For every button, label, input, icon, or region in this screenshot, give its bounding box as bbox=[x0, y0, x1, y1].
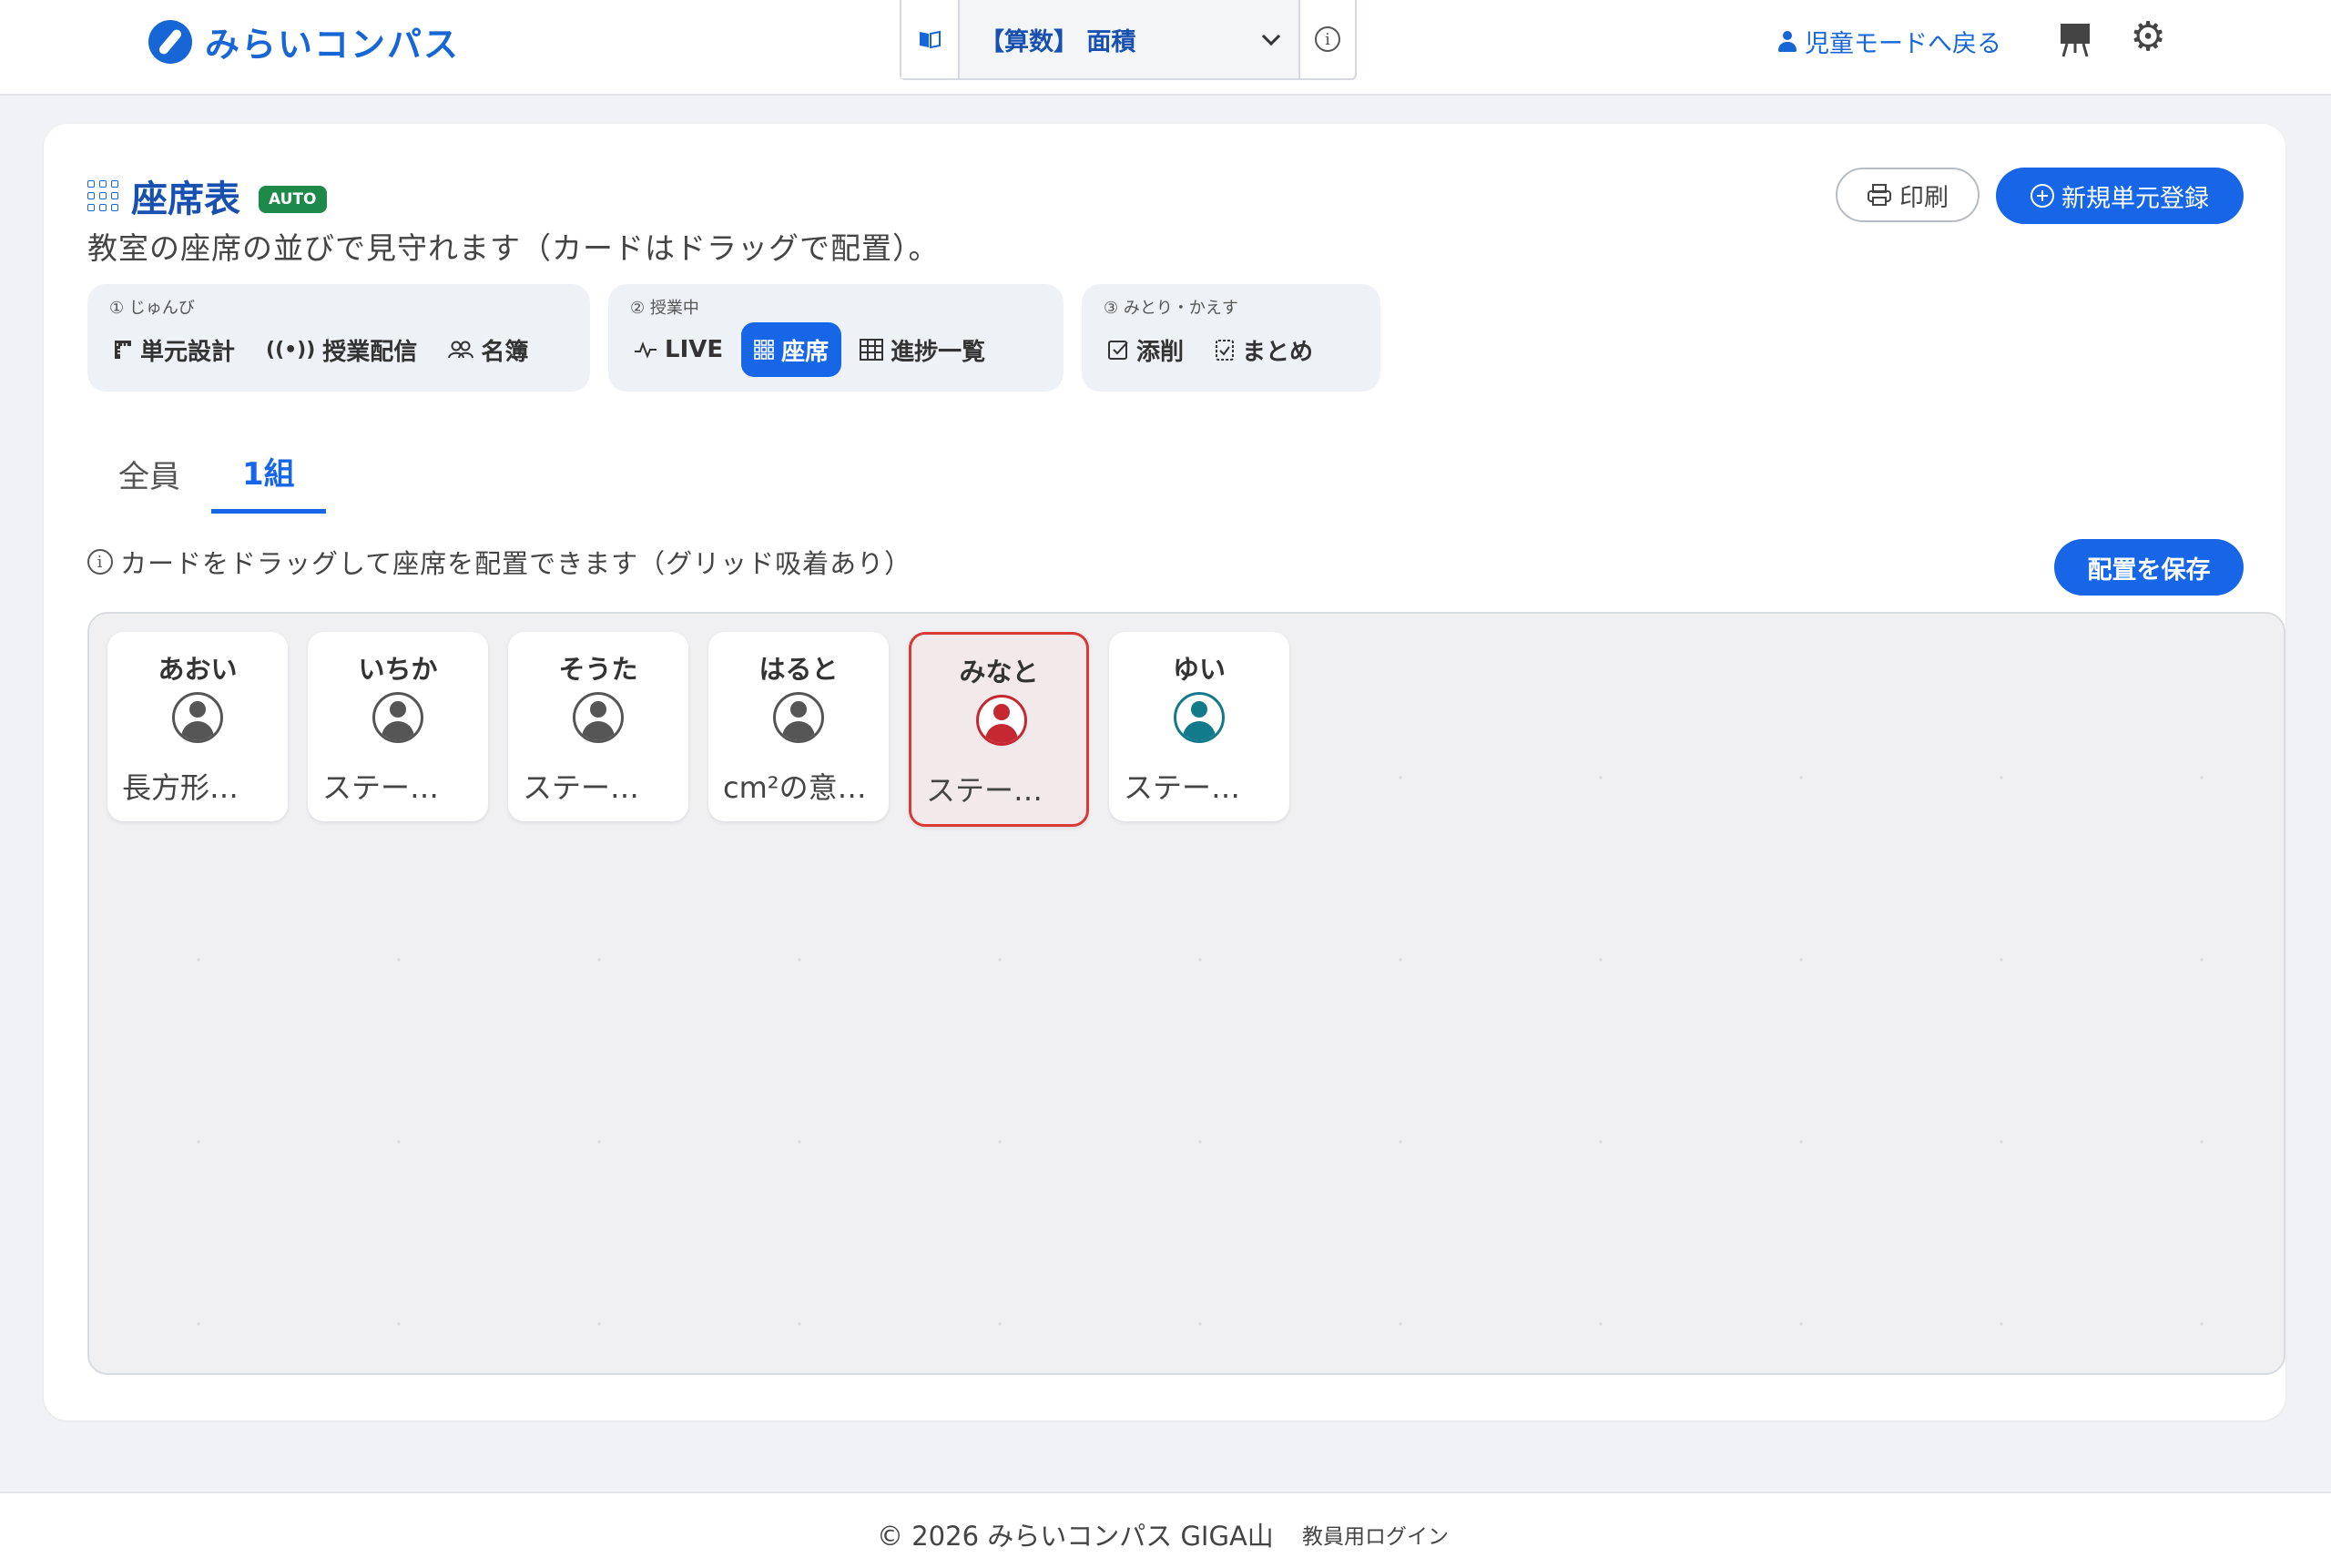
avatar bbox=[573, 692, 624, 743]
teacher-login-link[interactable]: 教員用ログイン bbox=[1302, 1519, 1449, 1550]
new-unit-label: 新規単元登録 bbox=[2061, 184, 2209, 213]
step-summary[interactable]: まとめ bbox=[1202, 322, 1326, 377]
student-name: ゆい bbox=[1172, 654, 1226, 685]
save-layout-button[interactable]: 配置を保存 bbox=[2054, 539, 2244, 596]
table-icon bbox=[860, 339, 884, 361]
avatar bbox=[1174, 692, 1225, 743]
student-status: ステー… bbox=[322, 770, 440, 805]
student-name: みなと bbox=[959, 657, 1039, 687]
main-card: 座席表 AUTO 教室の座席の並びで見守れます（カードはドラッグで配置）。 印刷… bbox=[44, 124, 2285, 1420]
student-name: はると bbox=[758, 654, 839, 685]
compass-icon bbox=[148, 19, 192, 64]
book-icon bbox=[901, 0, 960, 78]
step-group-during-class: ② 授業中 LIVE 座席 進捗一覧 bbox=[608, 284, 1064, 392]
person-icon bbox=[1777, 30, 1797, 53]
seat-card[interactable]: あおい 長方形… bbox=[107, 632, 288, 821]
back-to-student-mode-link[interactable]: 児童モードへ戻る bbox=[1777, 24, 2001, 59]
brand-name: みらいコンパス bbox=[205, 25, 461, 65]
avatar bbox=[976, 695, 1027, 746]
student-status: ステー… bbox=[523, 770, 640, 805]
top-bar: みらいコンパス 【算数】 面積 i 児童モードへ戻る ⚙ bbox=[0, 0, 2331, 96]
step-roster-label: 名簿 bbox=[481, 338, 529, 366]
info-icon: i bbox=[1315, 26, 1340, 52]
ruler-icon bbox=[115, 341, 131, 359]
step-correction-label: 添削 bbox=[1136, 338, 1185, 366]
step-live[interactable]: LIVE bbox=[621, 322, 736, 377]
avatar bbox=[172, 692, 223, 743]
unit-selector[interactable]: 【算数】 面積 i bbox=[900, 0, 1357, 80]
print-label: 印刷 bbox=[1899, 183, 1949, 212]
page-title: 座席表 AUTO bbox=[87, 169, 327, 222]
step-unit-design-label: 単元設計 bbox=[140, 338, 236, 366]
seat-card[interactable]: ゆい ステー… bbox=[1109, 632, 1289, 821]
step-broadcast-label: 授業配信 bbox=[322, 338, 418, 366]
step-unit-design[interactable]: 単元設計 bbox=[100, 322, 248, 377]
step-caption: ③ みとり・かえす bbox=[1104, 299, 1238, 318]
plus-circle-icon bbox=[2031, 184, 2054, 208]
unit-selector-label: 【算数】 面積 bbox=[980, 27, 1136, 56]
seating-grid[interactable]: あおい 長方形… いちか ステー… そうた ステー… はると cm²の意… みな… bbox=[87, 612, 2285, 1375]
step-group-review: ③ みとり・かえす 添削 まとめ bbox=[1082, 284, 1380, 392]
class-tabs: 全員 1組 bbox=[87, 433, 326, 514]
printer-icon bbox=[1868, 184, 1891, 206]
people-icon bbox=[448, 341, 474, 359]
footer-copyright: © 2026 みらいコンパス GIGA山 bbox=[877, 1521, 1274, 1552]
brand-logo[interactable]: みらいコンパス bbox=[148, 16, 460, 66]
activity-icon bbox=[635, 341, 657, 359]
avatar bbox=[773, 692, 824, 743]
step-progress-list-label: 進捗一覧 bbox=[891, 338, 986, 366]
clipboard-check-icon bbox=[1216, 340, 1235, 361]
broadcast-icon: ((•)) bbox=[266, 338, 316, 361]
drag-hint: i カードをドラッグして座席を配置できます（グリッド吸着あり） bbox=[87, 543, 911, 581]
chevron-down-icon bbox=[1244, 25, 1298, 53]
step-summary-label: まとめ bbox=[1242, 338, 1314, 366]
unit-info-button[interactable]: i bbox=[1298, 0, 1355, 78]
student-name: いちか bbox=[358, 654, 438, 685]
print-button[interactable]: 印刷 bbox=[1836, 168, 1980, 222]
new-unit-button[interactable]: 新規単元登録 bbox=[1996, 168, 2244, 224]
step-group-prepare: ① じゅんび 単元設計 ((•)) 授業配信 名簿 bbox=[87, 284, 590, 392]
footer: © 2026 みらいコンパス GIGA山 教員用ログイン bbox=[0, 1492, 2331, 1568]
student-status: ステー… bbox=[926, 773, 1043, 808]
student-name: あおい bbox=[158, 654, 238, 685]
drag-hint-text: カードをドラッグして座席を配置できます（グリッド吸着あり） bbox=[120, 548, 912, 579]
step-broadcast[interactable]: ((•)) 授業配信 bbox=[253, 322, 430, 377]
page-subtitle: 教室の座席の並びで見守れます（カードはドラッグで配置）。 bbox=[87, 230, 940, 266]
step-caption: ① じゅんび bbox=[109, 299, 195, 318]
seat-card[interactable]: いちか ステー… bbox=[308, 632, 488, 821]
student-status: 長方形… bbox=[122, 770, 239, 805]
grid-icon bbox=[754, 340, 774, 360]
step-correction[interactable]: 添削 bbox=[1094, 322, 1196, 377]
seat-card[interactable]: そうた ステー… bbox=[508, 632, 688, 821]
step-roster[interactable]: 名簿 bbox=[435, 322, 541, 377]
step-live-label: LIVE bbox=[665, 336, 724, 363]
student-status: cm²の意… bbox=[723, 770, 867, 805]
student-name: そうた bbox=[558, 654, 638, 685]
tab-class-1[interactable]: 1組 bbox=[211, 433, 326, 514]
step-progress-list[interactable]: 進捗一覧 bbox=[847, 322, 998, 377]
checkbox-icon bbox=[1108, 341, 1128, 360]
step-caption: ② 授業中 bbox=[630, 299, 699, 318]
info-icon: i bbox=[87, 549, 113, 575]
step-seating[interactable]: 座席 bbox=[741, 322, 842, 377]
step-seating-label: 座席 bbox=[781, 338, 830, 366]
gear-icon[interactable]: ⚙ bbox=[2129, 17, 2167, 57]
avatar bbox=[372, 692, 423, 743]
grid-icon bbox=[87, 180, 118, 211]
tab-all[interactable]: 全員 bbox=[87, 433, 211, 514]
back-to-student-mode-label: 児童モードへ戻る bbox=[1805, 30, 2001, 58]
easel-icon[interactable] bbox=[2060, 22, 2091, 58]
seat-card[interactable]: はると cm²の意… bbox=[708, 632, 889, 821]
auto-badge: AUTO bbox=[259, 186, 327, 213]
seat-card-selected[interactable]: みなと ステー… bbox=[909, 632, 1089, 827]
page-title-text: 座席表 bbox=[131, 178, 240, 220]
student-status: ステー… bbox=[1124, 770, 1241, 805]
